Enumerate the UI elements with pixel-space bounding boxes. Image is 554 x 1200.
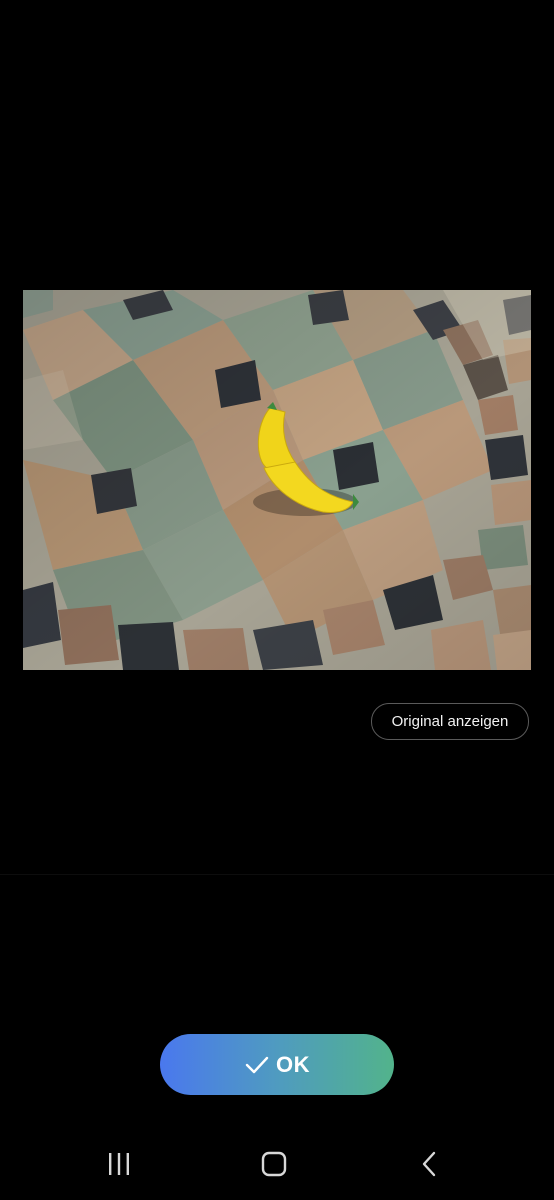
ok-button-label: OK [276,1051,310,1077]
photo-editor-screen: Original anzeigen OK [0,0,554,1200]
recent-apps-icon[interactable] [99,1146,139,1182]
home-icon[interactable] [254,1146,294,1182]
photo-image [23,290,531,670]
checkmark-icon [244,1052,270,1078]
edited-photo [23,290,531,670]
ok-button[interactable]: OK [160,1034,394,1095]
back-icon[interactable] [410,1146,450,1182]
show-original-button[interactable]: Original anzeigen [371,703,529,740]
divider [0,874,554,875]
navigation-bar [0,1128,554,1200]
